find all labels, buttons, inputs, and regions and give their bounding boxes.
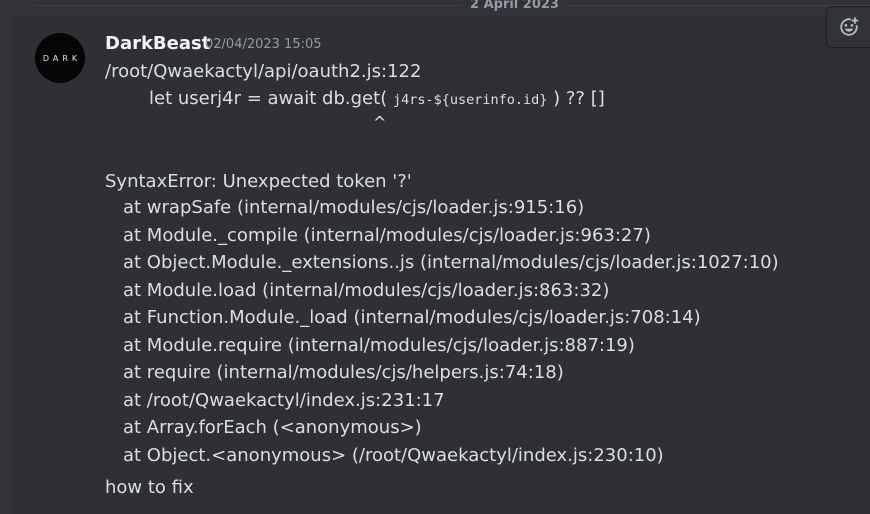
add-reaction-button[interactable] <box>826 6 870 48</box>
followup-message: how to fix <box>105 477 194 498</box>
add-reaction-icon <box>839 17 858 36</box>
avatar[interactable]: DARK <box>35 33 85 83</box>
stack-trace-line: at /root/Qwaekactyl/index.js:231:17 <box>123 390 445 411</box>
message-line-path: /root/Qwaekactyl/api/oauth2.js:122 <box>105 61 422 82</box>
code-suffix: ) ?? [] <box>553 88 605 109</box>
stack-trace-line: at Module.load (internal/modules/cjs/loa… <box>123 280 610 301</box>
stack-trace-line: at Module._compile (internal/modules/cjs… <box>123 225 651 246</box>
message-line-caret: ^ <box>373 113 387 132</box>
author-name[interactable]: DarkBeast <box>105 33 210 55</box>
message-line-error: SyntaxError: Unexpected token '?' <box>105 171 412 192</box>
stack-trace-line: at Array.forEach (<anonymous>) <box>123 417 422 438</box>
stack-trace-line: at Object.Module._extensions..js (intern… <box>123 252 779 273</box>
date-divider <box>36 5 870 6</box>
date-divider-label: 2 April 2023 <box>460 0 569 14</box>
inline-code: j4rs-${userinfo.id} <box>392 92 548 108</box>
stack-trace-line: at Function.Module._load (internal/modul… <box>123 307 701 328</box>
stack-trace-line: at require (internal/modules/cjs/helpers… <box>123 362 564 383</box>
chat-view: 2 April 2023 DARK DarkBeast 02/04/2023 1… <box>0 0 870 514</box>
stack-trace-line: at Module.require (internal/modules/cjs/… <box>123 335 635 356</box>
stack-trace-line: at wrapSafe (internal/modules/cjs/loader… <box>123 197 585 218</box>
message-timestamp[interactable]: 02/04/2023 15:05 <box>205 37 322 53</box>
stack-trace-line: at Object.<anonymous> (/root/Qwaekactyl/… <box>123 445 664 466</box>
message-line-code: let userj4r = await db.get( j4rs-${useri… <box>149 87 605 112</box>
code-prefix: let userj4r = await db.get( <box>149 88 388 109</box>
avatar-text: DARK <box>42 53 82 63</box>
